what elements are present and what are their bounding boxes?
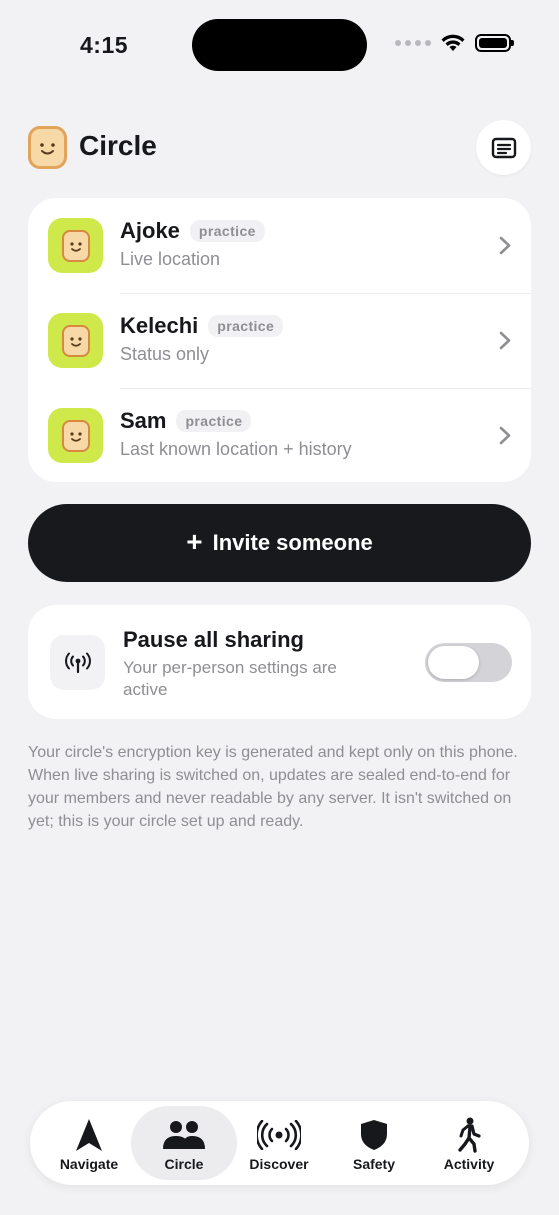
member-status: Status only <box>120 344 210 364</box>
avatar <box>48 313 103 368</box>
chevron-right-icon <box>499 236 511 255</box>
tab-label: Navigate <box>59 1156 119 1172</box>
tab-label: Circle <box>164 1156 204 1172</box>
tab-label: Discover <box>249 1156 309 1172</box>
member-name: Sam <box>120 408 167 433</box>
signal-icon <box>395 40 431 46</box>
tab-label: Safety <box>352 1156 396 1172</box>
pause-sharing-toggle[interactable] <box>425 643 512 682</box>
avatar <box>48 408 103 463</box>
member-row[interactable]: Kelechi practice Status only <box>28 293 531 388</box>
tab-discover[interactable]: Discover <box>226 1106 332 1180</box>
pause-sharing-card: Pause all sharing Your per-person settin… <box>28 605 531 719</box>
broadcast-icon <box>257 1120 301 1150</box>
plus-icon: + <box>186 525 203 557</box>
pause-title: Pause all sharing <box>123 627 304 652</box>
status-time: 4:15 <box>80 32 129 58</box>
page-title: Circle <box>79 130 157 161</box>
tab-safety[interactable]: Safety <box>321 1106 427 1180</box>
walking-icon <box>458 1117 481 1153</box>
member-name: Kelechi <box>120 313 199 338</box>
broadcast-icon <box>50 635 105 690</box>
encryption-footnote: Your circle's encryption key is generate… <box>28 744 518 830</box>
members-card: Ajoke practice Live location Kelechi pra… <box>28 198 531 482</box>
shield-icon <box>361 1120 387 1150</box>
battery-icon <box>475 34 514 52</box>
practice-badge: practice <box>189 220 265 242</box>
member-row[interactable]: Ajoke practice Live location <box>28 198 531 293</box>
tab-activity[interactable]: Activity <box>416 1106 522 1180</box>
header: Circle <box>28 120 531 176</box>
people-icon <box>163 1121 205 1149</box>
dynamic-island <box>192 19 367 71</box>
member-status: Live location <box>120 249 221 269</box>
chevron-right-icon <box>499 331 511 350</box>
wifi-icon <box>441 34 465 51</box>
chevron-right-icon <box>499 426 511 445</box>
tab-bar: Navigate Circle Discover Safety Activity <box>30 1101 529 1185</box>
list-view-button[interactable] <box>476 120 531 175</box>
avatar <box>48 218 103 273</box>
status-bar: 4:15 <box>0 0 559 90</box>
app-logo-icon <box>28 126 67 169</box>
tab-circle[interactable]: Circle <box>131 1106 237 1180</box>
practice-badge: practice <box>208 315 284 337</box>
tab-navigate[interactable]: Navigate <box>36 1106 142 1180</box>
list-icon <box>491 137 516 158</box>
pause-subtitle: Your per-person settings are active <box>123 658 337 699</box>
member-name: Ajoke <box>120 218 180 243</box>
member-row[interactable]: Sam practice Last known location + histo… <box>28 388 531 483</box>
tab-label: Activity <box>443 1156 495 1172</box>
member-status: Last known location + history <box>120 439 352 459</box>
toggle-knob <box>428 646 479 679</box>
status-icons <box>395 34 514 52</box>
practice-badge: practice <box>176 410 252 432</box>
invite-label: Invite someone <box>212 530 373 555</box>
navigate-arrow-icon <box>76 1119 102 1151</box>
invite-someone-button[interactable]: + Invite someone <box>28 504 531 582</box>
